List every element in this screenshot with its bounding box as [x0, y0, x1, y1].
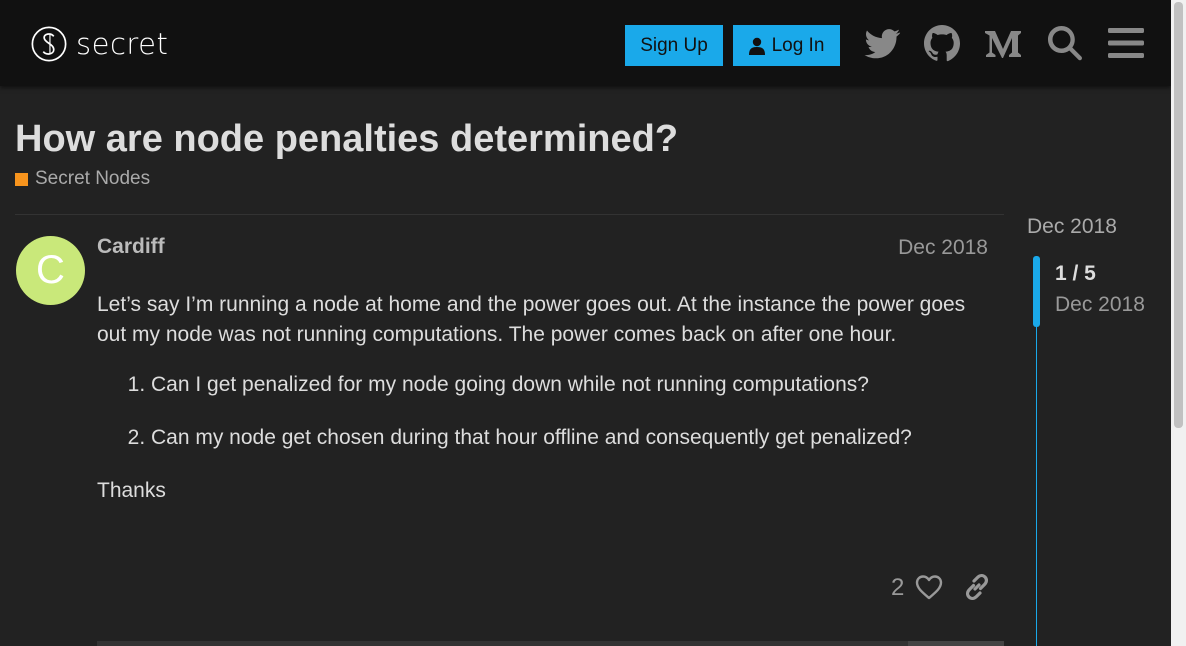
log-in-button[interactable]: Log In: [733, 25, 840, 66]
post-body: Let’s say I’m running a node at home and…: [97, 290, 997, 506]
heart-icon[interactable]: [914, 572, 944, 602]
sign-up-button[interactable]: Sign Up: [625, 25, 723, 66]
medium-icon: [985, 31, 1021, 58]
twitter-icon: [864, 29, 901, 59]
post-date[interactable]: Dec 2018: [898, 236, 988, 260]
twitter-link[interactable]: [862, 23, 902, 63]
page-scrollbar[interactable]: [1171, 0, 1186, 646]
timeline-current-date: Dec 2018: [1055, 293, 1145, 316]
category-color-swatch: [15, 172, 28, 186]
post-list: Can I get penalized for my node going do…: [97, 370, 997, 453]
reply-area-edge: [908, 641, 1004, 646]
hamburger-menu-icon: [1108, 28, 1144, 58]
topic-title[interactable]: How are node penalties determined?: [15, 118, 678, 161]
timeline-handle[interactable]: [1033, 256, 1040, 327]
post-username[interactable]: Cardiff: [97, 235, 165, 259]
github-icon: [924, 25, 960, 62]
post-closing: Thanks: [97, 479, 166, 502]
timeline-start-date[interactable]: Dec 2018: [1027, 215, 1117, 239]
avatar[interactable]: C: [16, 236, 85, 305]
timeline-position: 1 / 5: [1055, 262, 1096, 285]
github-link[interactable]: [922, 23, 962, 63]
hamburger-menu-button[interactable]: [1106, 23, 1146, 63]
link-icon[interactable]: [962, 572, 992, 602]
site-logo[interactable]: secret: [30, 24, 168, 64]
log-in-label: Log In: [771, 34, 825, 56]
search-icon: [1048, 26, 1082, 61]
avatar-letter: C: [36, 248, 65, 292]
category-badge[interactable]: Secret Nodes: [15, 168, 150, 190]
category-name: Secret Nodes: [35, 168, 151, 189]
search-button[interactable]: [1045, 23, 1085, 63]
topic-divider: [15, 214, 1004, 215]
logo-text: secret: [76, 27, 169, 61]
secret-logo-icon: [31, 26, 67, 62]
post-bottom-border: [97, 641, 1004, 646]
post-paragraph: Let’s say I’m running a node at home and…: [97, 293, 966, 346]
list-item: Can I get penalized for my node going do…: [151, 370, 997, 400]
medium-link[interactable]: [983, 23, 1023, 63]
like-count[interactable]: 2: [891, 574, 904, 602]
list-item: Can my node get chosen during that hour …: [151, 423, 997, 453]
site-header: secret Sign Up Log In: [0, 0, 1171, 86]
scrollbar-thumb[interactable]: [1174, 2, 1183, 428]
user-icon: [748, 37, 765, 55]
